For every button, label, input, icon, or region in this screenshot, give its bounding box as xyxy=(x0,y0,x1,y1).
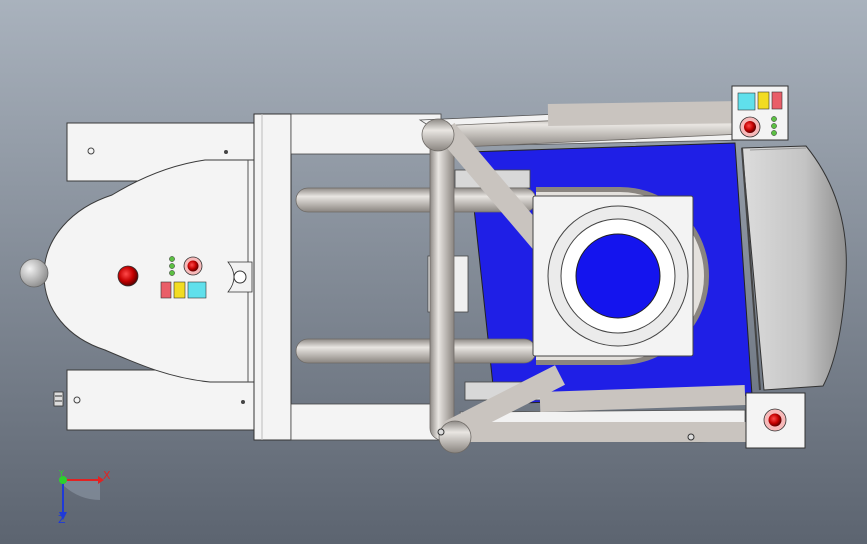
seat-hole xyxy=(575,233,661,319)
indicator-led xyxy=(169,270,175,276)
rear-body[interactable] xyxy=(43,122,258,431)
swatch-yellow[interactable] xyxy=(757,91,770,110)
cad-scene[interactable] xyxy=(0,0,867,544)
axis-y-label: Y xyxy=(59,469,64,478)
axis-x-label: X xyxy=(103,469,111,482)
axis-z-label: Z xyxy=(58,513,66,526)
swatch-red[interactable] xyxy=(771,91,783,110)
seat-hub[interactable] xyxy=(532,195,694,357)
rear-motor-knob xyxy=(19,258,49,288)
indicator-led xyxy=(169,263,175,269)
stop-button[interactable] xyxy=(117,265,139,287)
indicator-led xyxy=(771,116,777,122)
swatch-red[interactable] xyxy=(160,281,172,299)
swatch-yellow[interactable] xyxy=(173,281,186,299)
indicator-led xyxy=(771,123,777,129)
power-connector-icon xyxy=(53,391,64,407)
bolt-icon xyxy=(687,433,695,441)
indicator-led xyxy=(771,130,777,136)
bolt-icon xyxy=(437,428,445,436)
bottom-right-console[interactable] xyxy=(745,392,806,449)
cad-viewport[interactable]: X Y Z xyxy=(0,0,867,544)
swatch-cyan[interactable] xyxy=(737,92,756,111)
swatch-cyan[interactable] xyxy=(187,281,207,299)
top-right-console[interactable] xyxy=(731,85,789,141)
indicator-led xyxy=(169,256,175,262)
